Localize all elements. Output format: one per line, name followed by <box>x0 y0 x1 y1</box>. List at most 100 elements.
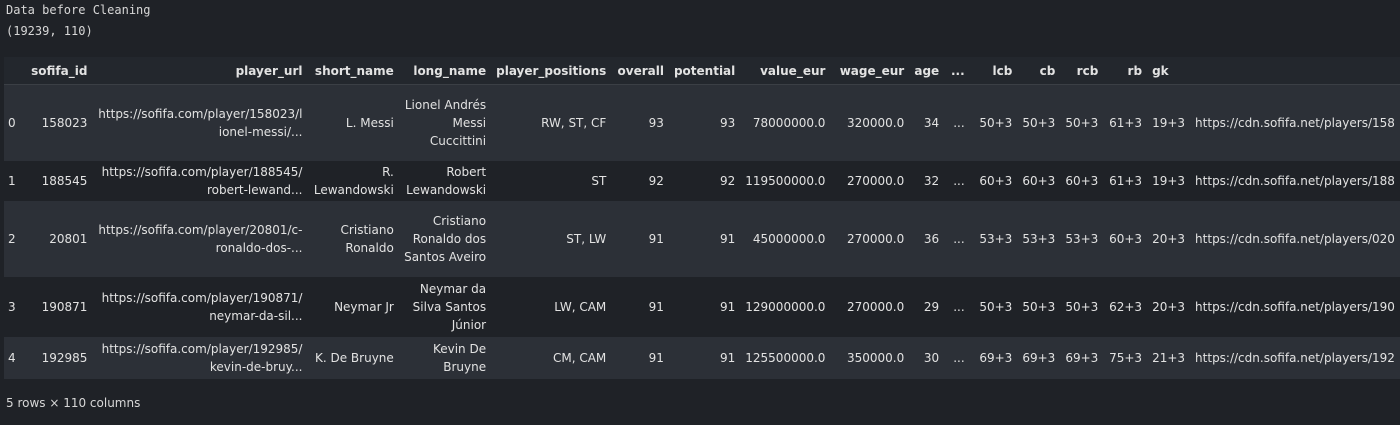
cell-player-url: https://sofifa.com/player/192985/kevin-d… <box>101 341 303 374</box>
row-index: 3 <box>8 299 16 314</box>
row-index: 2 <box>8 231 16 246</box>
cell-player-positions: ST <box>591 173 607 188</box>
cell-value-eur: 125500000.0 <box>745 350 826 365</box>
header-rb: rb <box>1103 57 1148 85</box>
cell-face-url: https://cdn.sofifa.net/players/158 <box>1195 115 1395 130</box>
cell-player-positions: RW, ST, CF <box>541 115 607 130</box>
header-row: sofifa_id player_url short_name long_nam… <box>4 57 1400 85</box>
header-short-name: short_name <box>307 57 399 85</box>
cell-rb: 75+3 <box>1109 350 1143 365</box>
cell-value-eur: 119500000.0 <box>745 173 826 188</box>
header-rcb: rcb <box>1060 57 1104 85</box>
cell-age: 34 <box>923 115 940 130</box>
cell-age: 32 <box>923 173 940 188</box>
output-title-line: Data before Cleaning <box>6 3 151 17</box>
cell-overall: 91 <box>648 299 664 314</box>
header-cb: cb <box>1017 57 1061 85</box>
cell-rb: 61+3 <box>1109 173 1143 188</box>
header-overall: overall <box>611 57 669 85</box>
cell-wage-eur: 350000.0 <box>846 350 905 365</box>
header-age: age <box>909 57 945 85</box>
cell-gk: 19+3 <box>1152 173 1186 188</box>
cell-potential: 91 <box>719 350 736 365</box>
cell-overall: 93 <box>648 115 664 130</box>
cell-gk: 19+3 <box>1152 115 1186 130</box>
output-shape-line: (19239, 110) <box>6 24 93 38</box>
header-index <box>4 57 25 85</box>
cell-cb: 50+3 <box>1022 299 1056 314</box>
cell-wage-eur: 320000.0 <box>846 115 905 130</box>
cell-player-positions: CM, CAM <box>552 350 607 365</box>
cell-lcb: 50+3 <box>979 115 1013 130</box>
cell-sofifa-id: 20801 <box>49 231 88 246</box>
cell-sofifa-id: 158023 <box>41 115 88 130</box>
cell-player-url: https://sofifa.com/player/190871/neymar-… <box>101 290 303 323</box>
cell-cb: 69+3 <box>1022 350 1056 365</box>
cell-overall: 91 <box>648 350 664 365</box>
cell-face-url: https://cdn.sofifa.net/players/192 <box>1195 350 1395 365</box>
cell-value-eur: 45000000.0 <box>752 231 826 246</box>
notebook-output: Data before Cleaning (19239, 110) sofifa… <box>0 0 1400 425</box>
row-index: 0 <box>8 115 16 130</box>
table-row: 0 158023 https://sofifa.com/player/15802… <box>4 84 1400 161</box>
header-lcb: lcb <box>969 57 1018 85</box>
cell-cb: 60+3 <box>1022 173 1056 188</box>
cell-short-name: R. Lewandowski <box>313 164 394 197</box>
cell-gk: 20+3 <box>1152 299 1186 314</box>
cell-long-name: Robert Lewandowski <box>406 164 487 197</box>
header-value-eur: value_eur <box>740 57 831 85</box>
header-potential: potential <box>668 57 741 85</box>
cell-potential: 91 <box>719 299 736 314</box>
cell-gk: 21+3 <box>1152 350 1186 365</box>
cell-player-url: https://sofifa.com/player/20801/c-ronald… <box>98 222 303 255</box>
cell-rb: 61+3 <box>1109 115 1143 130</box>
cell-face-url: https://cdn.sofifa.net/players/188 <box>1195 173 1395 188</box>
cell-player-positions: ST, LW <box>566 231 607 246</box>
table-row: 2 20801 https://sofifa.com/player/20801/… <box>4 200 1400 277</box>
cell-long-name: Cristiano Ronaldo dos Santos Aveiro <box>404 213 487 264</box>
cell-long-name: Lionel Andrés Messi Cuccittini <box>404 97 487 148</box>
cell-value-eur: 78000000.0 <box>752 115 826 130</box>
header-wage-eur: wage_eur <box>830 57 910 85</box>
cell-ellipsis: ... <box>953 173 965 188</box>
cell-rcb: 69+3 <box>1065 350 1099 365</box>
cell-sofifa-id: 190871 <box>41 299 88 314</box>
cell-lcb: 69+3 <box>979 350 1013 365</box>
header-ellipsis: ... <box>944 57 970 85</box>
dataframe-table: sofifa_id player_url short_name long_nam… <box>4 57 1400 379</box>
row-index: 1 <box>8 173 16 188</box>
row-index: 4 <box>8 350 16 365</box>
cell-short-name: K. De Bruyne <box>315 350 394 365</box>
header-player-positions: player_positions <box>491 57 612 85</box>
cell-short-name: Cristiano Ronaldo <box>340 222 394 255</box>
cell-sofifa-id: 188545 <box>41 173 88 188</box>
cell-player-url: https://sofifa.com/player/188545/robert-… <box>101 164 303 197</box>
cell-cb: 50+3 <box>1022 115 1056 130</box>
cell-overall: 91 <box>648 231 664 246</box>
cell-ellipsis: ... <box>953 115 965 130</box>
cell-lcb: 50+3 <box>979 299 1013 314</box>
cell-player-url: https://sofifa.com/player/158023/lionel-… <box>98 106 303 139</box>
cell-rb: 60+3 <box>1109 231 1143 246</box>
cell-player-positions: LW, CAM <box>554 299 607 314</box>
header-player-url: player_url <box>92 57 308 85</box>
cell-overall: 92 <box>648 173 664 188</box>
cell-short-name: L. Messi <box>345 115 394 130</box>
cell-rb: 62+3 <box>1109 299 1143 314</box>
cell-age: 30 <box>923 350 940 365</box>
cell-rcb: 50+3 <box>1065 115 1099 130</box>
cell-potential: 91 <box>719 231 736 246</box>
cell-ellipsis: ... <box>953 350 965 365</box>
cell-ellipsis: ... <box>953 299 965 314</box>
cell-rcb: 60+3 <box>1065 173 1099 188</box>
cell-rcb: 53+3 <box>1065 231 1099 246</box>
table-row: 1 188545 https://sofifa.com/player/18854… <box>4 160 1400 201</box>
table-row: 3 190871 https://sofifa.com/player/19087… <box>4 276 1400 337</box>
cell-rcb: 50+3 <box>1065 299 1099 314</box>
cell-sofifa-id: 192985 <box>41 350 88 365</box>
cell-face-url: https://cdn.sofifa.net/players/020 <box>1195 231 1395 246</box>
header-sofifa-id: sofifa_id <box>24 57 93 85</box>
table-row: 4 192985 https://sofifa.com/player/19298… <box>4 336 1400 379</box>
cell-face-url: https://cdn.sofifa.net/players/190 <box>1195 299 1395 314</box>
cell-long-name: Kevin De Bruyne <box>432 341 487 374</box>
